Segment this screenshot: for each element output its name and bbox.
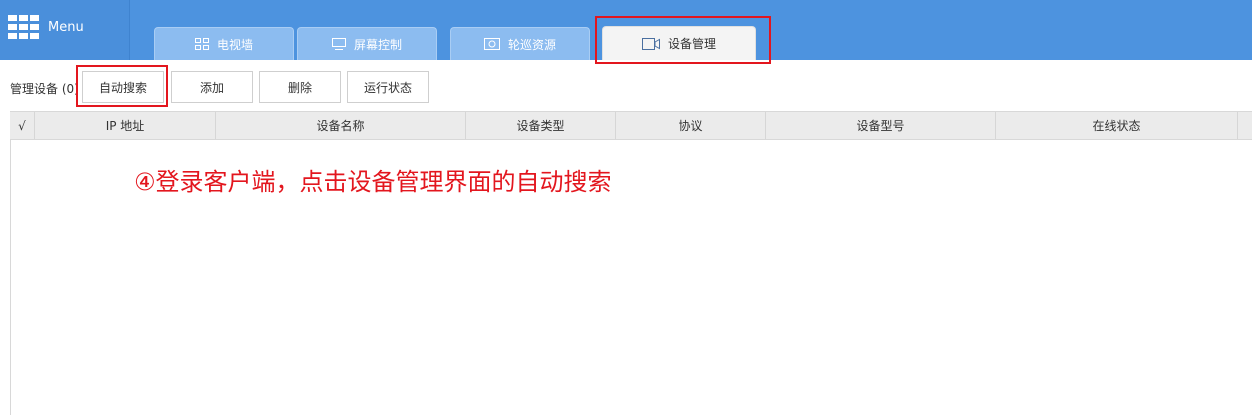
delete-button[interactable]: 删除 — [259, 71, 341, 103]
tab-label: 轮巡资源 — [507, 37, 556, 52]
menu-label: Menu — [48, 20, 84, 35]
ip-address-column[interactable]: IP 地址 — [35, 112, 216, 139]
device-table-header: √ IP 地址 设备名称 设备类型 协议 设备型号 在线状态 — [10, 111, 1252, 140]
windows-grid-icon — [8, 15, 40, 39]
online-status-column[interactable]: 在线状态 — [996, 112, 1238, 139]
device-model-column[interactable]: 设备型号 — [766, 112, 996, 139]
auto-search-highlight-box — [76, 65, 168, 107]
protocol-column[interactable]: 协议 — [616, 112, 766, 139]
tab-screen-control[interactable]: 屏幕控制 — [297, 27, 437, 60]
add-button[interactable]: 添加 — [171, 71, 253, 103]
select-all-column[interactable]: √ — [10, 112, 35, 139]
managed-devices-label: 管理设备 (0) — [10, 82, 79, 96]
tab-tv-wall[interactable]: 电视墙 — [154, 27, 294, 60]
camera-icon — [483, 38, 500, 50]
instruction-annotation: ④登录客户端，点击设备管理界面的自动搜索 — [134, 168, 612, 196]
device-name-column[interactable]: 设备名称 — [216, 112, 466, 139]
table-left-border — [10, 140, 11, 415]
grid-icon — [194, 38, 209, 50]
menu-button[interactable]: Menu — [0, 0, 130, 60]
monitor-icon — [331, 38, 346, 50]
tab-patrol-resources[interactable]: 轮巡资源 — [450, 27, 590, 60]
tab-label: 屏幕控制 — [353, 37, 402, 52]
tab-label: 电视墙 — [216, 37, 253, 52]
device-management-highlight-box — [595, 16, 771, 64]
run-status-button[interactable]: 运行状态 — [347, 71, 429, 103]
device-type-column[interactable]: 设备类型 — [466, 112, 616, 139]
